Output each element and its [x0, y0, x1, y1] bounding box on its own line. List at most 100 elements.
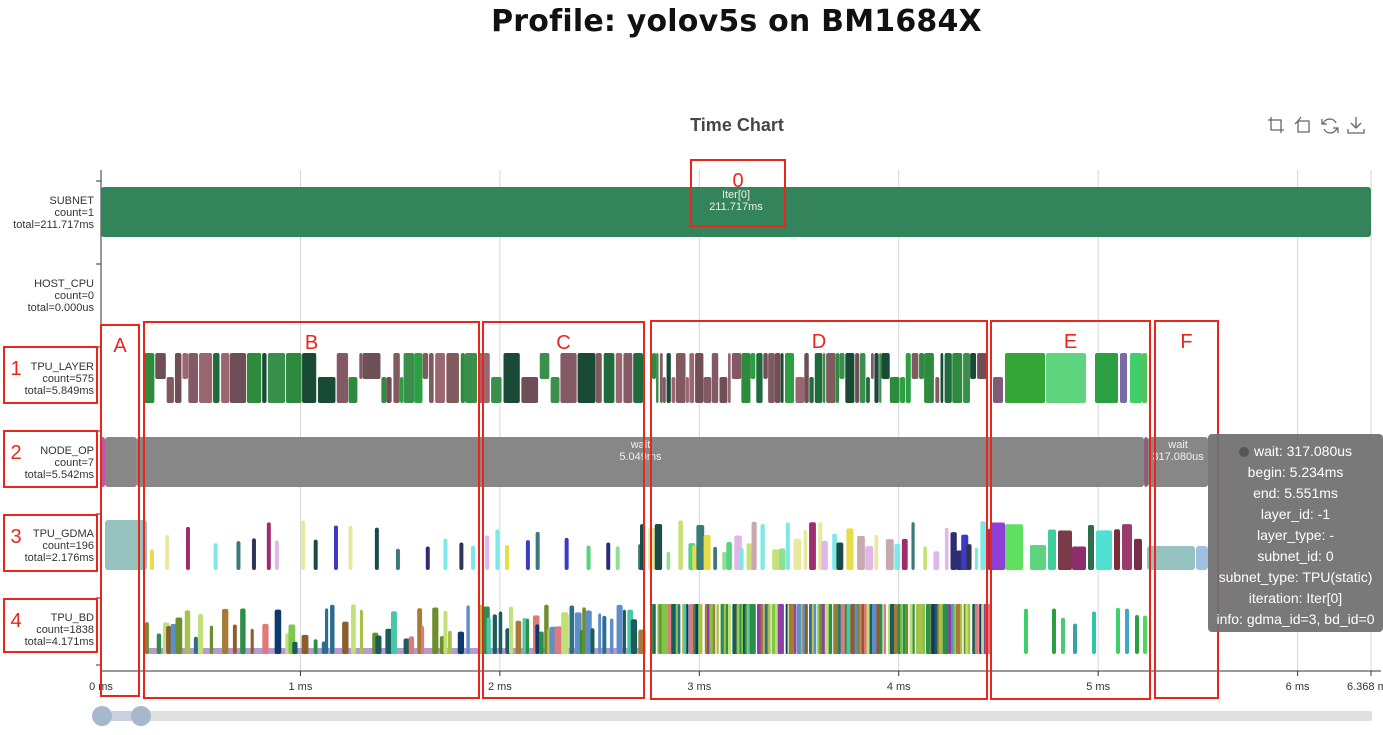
restore-icon[interactable] [1321, 117, 1339, 135]
bar-tpu_gdma[interactable] [525, 540, 530, 570]
bar-tpu_gdma[interactable] [779, 548, 786, 570]
bar-tpu_layer[interactable] [671, 377, 676, 403]
bar-tpu_layer[interactable] [924, 353, 934, 403]
bar-tpu_layer[interactable] [491, 377, 502, 403]
bar-tpu_bd[interactable] [622, 609, 626, 654]
bar-tpu_gdma[interactable] [425, 546, 430, 570]
bar-tpu_layer[interactable] [174, 353, 182, 403]
bar-tpu_layer[interactable] [763, 353, 768, 379]
bar-tpu_layer[interactable] [711, 353, 719, 403]
bar-tpu_bd[interactable] [1052, 608, 1056, 654]
bar-tpu_gdma[interactable] [803, 529, 808, 570]
bar-tpu_gdma[interactable] [865, 546, 874, 570]
bar-tpu_gdma[interactable] [495, 529, 500, 570]
bar-tpu_layer[interactable] [1046, 353, 1086, 403]
bar-tpu_bd[interactable] [716, 604, 719, 654]
bar-tpu_gdma[interactable] [760, 524, 765, 570]
bar-tpu_layer[interactable] [814, 353, 823, 403]
bar-tpu_bd[interactable] [522, 617, 527, 654]
bar-tpu_bd[interactable] [539, 631, 544, 654]
bar-tpu_bd[interactable] [222, 608, 229, 654]
bar-tpu_bd[interactable] [602, 615, 607, 654]
bar-tpu_bd[interactable] [250, 628, 254, 654]
bar-tpu_gdma[interactable] [1134, 538, 1142, 570]
bar-tpu_layer[interactable] [615, 353, 623, 403]
bar-tpu_layer[interactable] [970, 353, 977, 379]
bar-tpu_gdma[interactable] [564, 537, 569, 570]
bar-tpu_gdma[interactable] [990, 522, 1005, 570]
bar-tpu_bd[interactable] [1073, 623, 1077, 654]
bar-tpu_bd[interactable] [403, 638, 410, 654]
bar-tpu_gdma[interactable] [150, 549, 154, 570]
bar-tpu_gdma[interactable] [739, 548, 744, 570]
bar-tpu_gdma[interactable] [885, 539, 894, 570]
bar-tpu_bd[interactable] [232, 624, 237, 654]
bar-tpu_gdma[interactable] [459, 542, 464, 570]
bar-tpu_bd[interactable] [274, 609, 282, 654]
bar-tpu_layer[interactable] [774, 353, 781, 403]
bar-tpu_layer[interactable] [845, 353, 855, 403]
bar-tpu_bd[interactable] [1135, 615, 1139, 654]
bar-tpu_layer[interactable] [623, 353, 633, 403]
bar-tpu_bd[interactable] [609, 618, 614, 654]
bar-tpu_bd[interactable] [840, 604, 845, 654]
time-chart[interactable]: Time Chart SUBNETcount=1total=211.717ms H… [0, 0, 1383, 735]
bar-tpu_layer[interactable] [460, 353, 465, 403]
bar-node_op[interactable] [104, 437, 137, 487]
bar-tpu_layer[interactable] [695, 353, 704, 403]
bar-tpu_bd[interactable] [145, 622, 149, 654]
bar-tpu_bd[interactable] [443, 610, 448, 654]
bar-tpu_gdma[interactable] [485, 535, 490, 570]
bar-node_op[interactable] [1144, 437, 1149, 487]
bar-tpu_bd[interactable] [166, 626, 172, 654]
bar-tpu_gdma[interactable] [832, 533, 837, 570]
bar-tpu_gdma[interactable] [1030, 544, 1046, 570]
bar-tpu_gdma[interactable] [944, 527, 949, 570]
bar-tpu_layer[interactable] [977, 353, 987, 379]
bar-tpu_gdma[interactable] [504, 545, 509, 570]
bar-tpu_gdma[interactable] [1114, 529, 1120, 570]
slider-handle-start[interactable] [92, 706, 112, 726]
bar-tpu_layer[interactable] [839, 353, 845, 379]
bar-tpu_layer[interactable] [1130, 353, 1142, 403]
bar-tpu_bd[interactable] [787, 604, 790, 654]
bar-tpu_layer[interactable] [403, 353, 415, 403]
bar-tpu_gdma[interactable] [874, 534, 879, 570]
bar-tpu_layer[interactable] [855, 353, 860, 403]
bar-tpu_layer[interactable] [381, 377, 387, 403]
bar-tpu_gdma[interactable] [606, 542, 611, 570]
bar-tpu_layer[interactable] [229, 353, 247, 403]
bar-tpu_bd[interactable] [590, 628, 595, 654]
bar-tpu_layer[interactable] [689, 353, 695, 403]
bar-tpu_gdma[interactable] [236, 541, 241, 570]
bar-tpu_gdma[interactable] [901, 538, 908, 570]
bar-tpu_layer[interactable] [822, 353, 826, 403]
bar-tpu_layer[interactable] [940, 353, 944, 403]
bar-tpu_layer[interactable] [246, 353, 262, 403]
bar-tpu_bd[interactable] [390, 611, 397, 654]
bar-tpu_gdma[interactable] [785, 522, 790, 570]
bar-tpu_bd[interactable] [342, 621, 349, 654]
bar-tpu_bd[interactable] [796, 604, 802, 654]
bar-tpu_layer[interactable] [935, 377, 940, 403]
bar-tpu_gdma[interactable] [809, 522, 816, 570]
bar-tpu_gdma[interactable] [846, 528, 854, 570]
bar-tpu_layer[interactable] [728, 353, 731, 403]
bar-tpu_layer[interactable] [521, 377, 539, 403]
bar-tpu_gdma[interactable] [348, 525, 353, 570]
bar-tpu_bd[interactable] [813, 604, 817, 654]
bar-tpu_bd[interactable] [330, 604, 335, 654]
bar-tpu_layer[interactable] [993, 377, 1003, 403]
bar-tpu_gdma[interactable] [1196, 546, 1208, 570]
bar-tpu_gdma[interactable] [713, 546, 718, 570]
bar-tpu_layer[interactable] [944, 353, 952, 403]
bar-tpu_bd[interactable] [677, 604, 681, 654]
bar-tpu_bd[interactable] [421, 626, 425, 654]
bar-tpu_layer[interactable] [675, 353, 686, 403]
bar-tpu_bd[interactable] [385, 628, 392, 654]
bar-tpu_gdma[interactable] [274, 540, 279, 570]
bar-tpu_layer[interactable] [429, 353, 434, 403]
bar-tpu_gdma[interactable] [165, 534, 170, 570]
bar-tpu_gdma[interactable] [836, 542, 844, 570]
bar-tpu_layer[interactable] [362, 353, 381, 379]
